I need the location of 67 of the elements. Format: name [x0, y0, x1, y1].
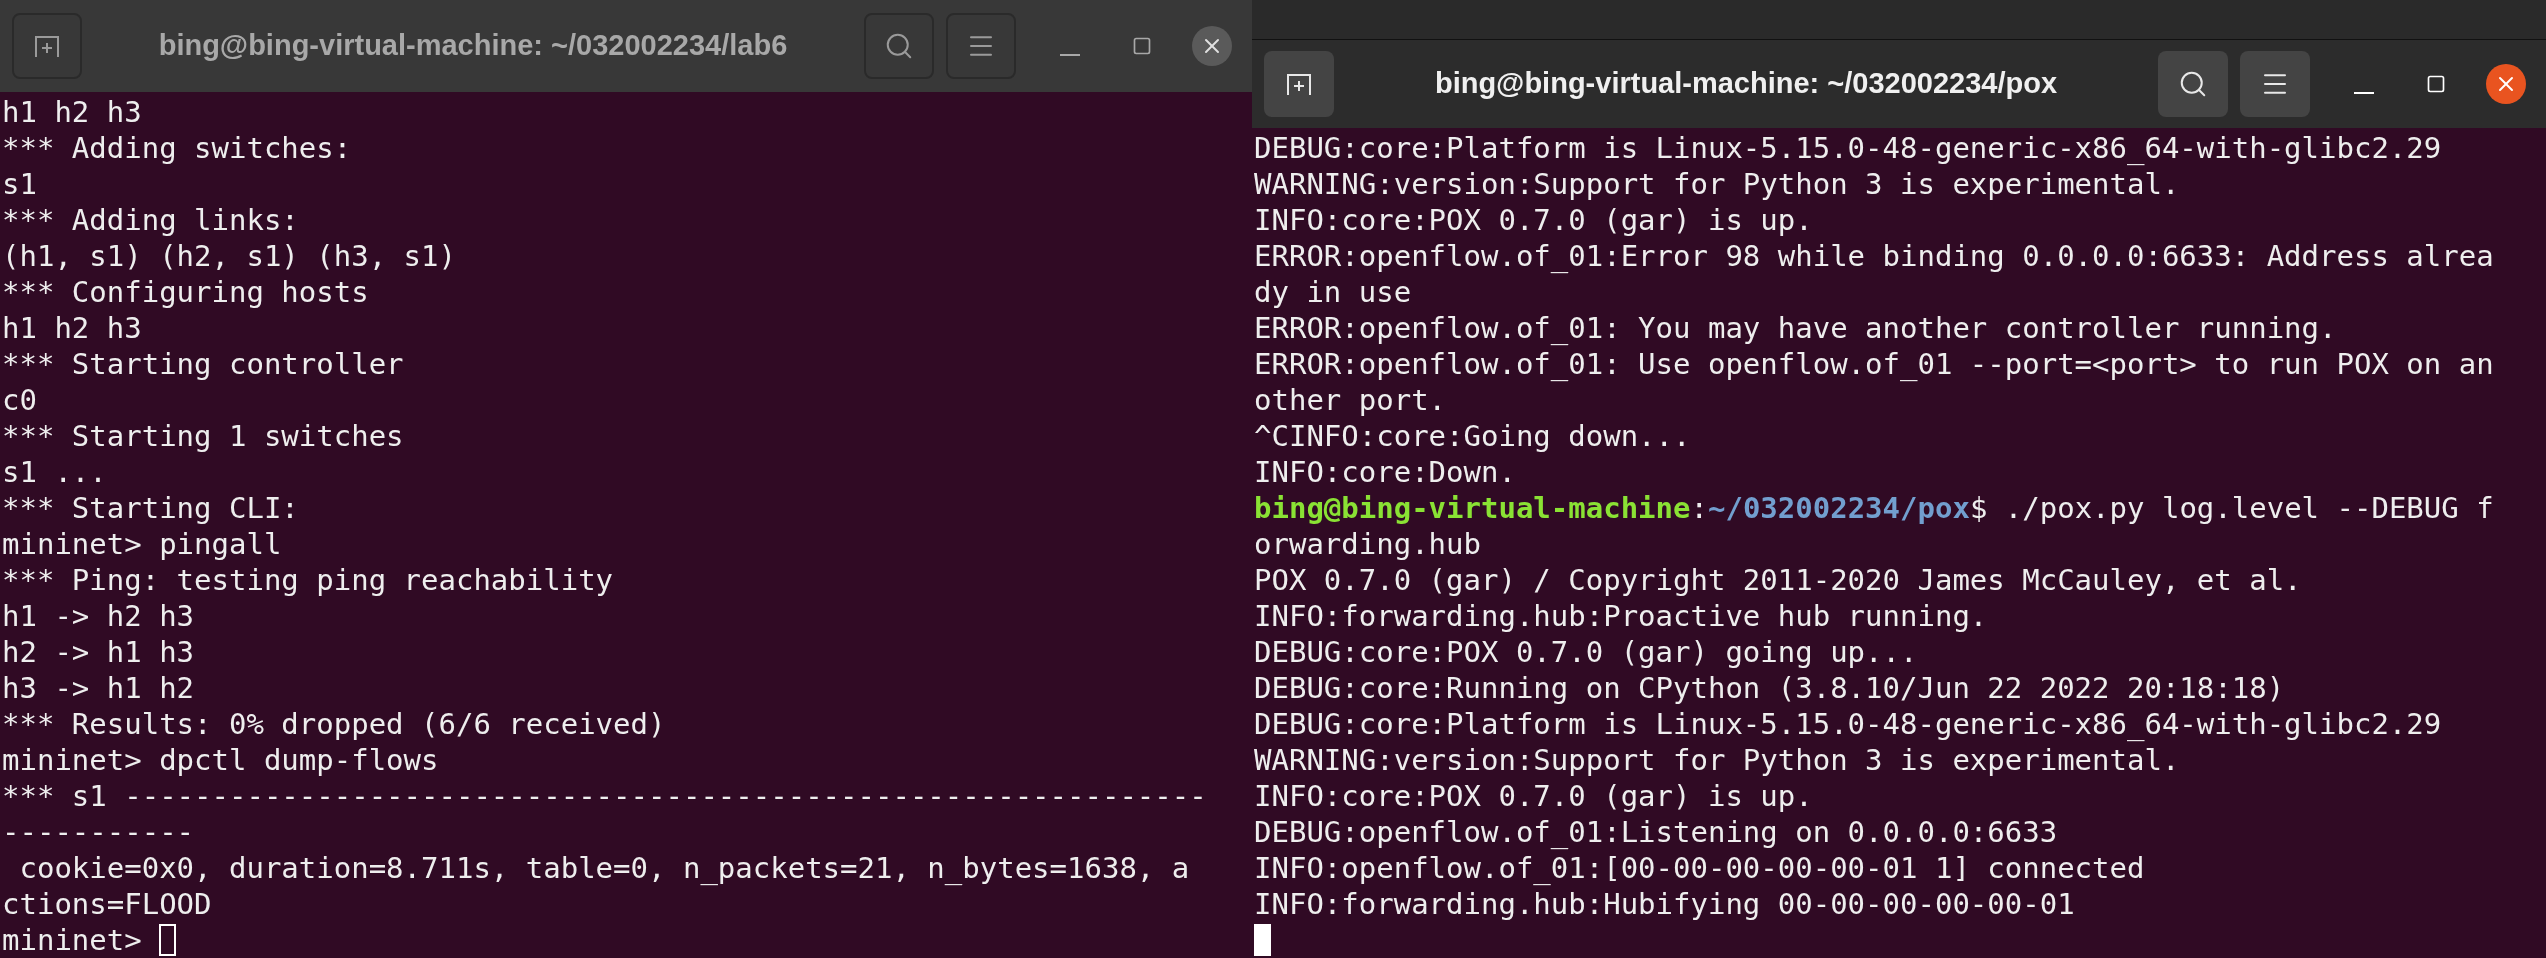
- terminal-line: INFO:core:POX 0.7.0 (gar) is up.: [1254, 202, 1814, 238]
- new-tab-icon: [1286, 72, 1312, 96]
- terminal-line: *** Adding switches:: [2, 130, 353, 166]
- terminal-line: *** Ping: testing ping reachability: [2, 562, 615, 598]
- terminal-line: ERROR:openflow.of_01:Error 98 while binding 0.0.0.0:6633: Address alrea: [1254, 238, 2495, 274]
- prompt-path: ~/032002234/pox: [1707, 490, 1970, 526]
- terminal-line: h1 -> h2 h3: [2, 598, 196, 634]
- terminal-line: ERROR:openflow.of_01: Use openflow.of_01 --port=<port> to run POX on an: [1254, 346, 2495, 382]
- new-tab-button[interactable]: [1264, 51, 1334, 117]
- terminal-line: *** Starting CLI:: [2, 490, 300, 526]
- terminal-line: cookie=0x0, duration=8.711s, table=0, n_packets=21, n_bytes=1638, a: [18, 850, 1191, 886]
- maximize-icon: [1132, 36, 1152, 56]
- menu-button[interactable]: [2240, 51, 2310, 117]
- prompt-user-host: bing@bing-virtual-machine: [1254, 490, 1691, 526]
- search-button[interactable]: [2158, 51, 2228, 117]
- command-text: $ ./pox.py log.level --DEBUG f: [1969, 490, 2494, 526]
- search-button[interactable]: [864, 13, 934, 79]
- search-icon: [884, 31, 914, 61]
- terminal-line: ERROR:openflow.of_01: You may have another controller running.: [1254, 310, 2338, 346]
- new-tab-button[interactable]: [12, 13, 82, 79]
- terminal-line: (h1, s1) (h2, s1) (h3, s1): [2, 238, 457, 274]
- terminal-line: DEBUG:core:Platform is Linux-5.15.0-48-generic-x86_64-with-glibc2.29: [1254, 130, 2443, 166]
- terminal-line: POX 0.7.0 (gar) / Copyright 2011-2020 James McCauley, et al.: [1254, 562, 2303, 598]
- terminal-line: -----------: [2, 814, 196, 850]
- terminal-line: INFO:core:Down.: [1254, 454, 1517, 490]
- terminal-prompt: mininet>: [2, 922, 142, 958]
- terminal-line: h3 -> h1 h2: [2, 670, 196, 706]
- terminal-line: orwarding.hub: [1254, 526, 1482, 562]
- terminal-line: INFO:forwarding.hub:Hubifying 00-00-00-00-00-01: [1254, 886, 2076, 922]
- terminal-line: DEBUG:core:Running on CPython (3.8.10/Jun 22 2022 20:18:18): [1254, 670, 2286, 706]
- new-tab-icon: [34, 34, 60, 58]
- terminal-line: h2 -> h1 h3: [2, 634, 196, 670]
- terminal-line: c0: [2, 382, 38, 418]
- terminal-line: s1: [2, 166, 38, 202]
- window-title: bing@bing-virtual-machine: ~/032002234/lab6: [157, 28, 789, 64]
- terminal-line: h1 h2 h3: [2, 310, 143, 346]
- terminal-line: ^CINFO:core:Going down...: [1254, 418, 1692, 454]
- terminal-line: *** Starting controller: [2, 346, 405, 382]
- prompt-separator: :: [1690, 490, 1708, 526]
- maximize-icon: [2426, 74, 2446, 94]
- close-button[interactable]: [1192, 26, 1232, 66]
- terminal-line: *** Adding links:: [2, 202, 300, 238]
- terminal-line: other port.: [1254, 382, 1448, 418]
- terminal-line: DEBUG:core:Platform is Linux-5.15.0-48-generic-x86_64-with-glibc2.29: [1254, 706, 2443, 742]
- terminal-line: *** s1 --------------------------------------------------------------: [2, 778, 1208, 814]
- terminal-line: WARNING:version:Support for Python 3 is experimental.: [1254, 166, 2181, 202]
- terminal-line: INFO:forwarding.hub:Proactive hub running.: [1254, 598, 1989, 634]
- terminal-line: *** Configuring hosts: [2, 274, 370, 310]
- close-button[interactable]: [2486, 64, 2526, 104]
- terminal-line: mininet> pingall: [2, 526, 283, 562]
- terminal-line: s1 ...: [2, 454, 108, 490]
- terminal-line: DEBUG:core:POX 0.7.0 (gar) going up...: [1254, 634, 1919, 670]
- terminal-line: WARNING:version:Support for Python 3 is experimental.: [1254, 742, 2181, 778]
- terminal-line: INFO:openflow.of_01:[00-00-00-00-00-01 1] connected: [1254, 850, 2146, 886]
- menu-button[interactable]: [946, 13, 1016, 79]
- search-icon: [2178, 69, 2208, 99]
- terminal-line: *** Starting 1 switches: [2, 418, 405, 454]
- terminal-line: INFO:core:POX 0.7.0 (gar) is up.: [1254, 778, 1814, 814]
- terminal-line: dy in use: [1254, 274, 1413, 310]
- terminal-line: ctions=FLOOD: [2, 886, 213, 922]
- terminal-line: *** Results: 0% dropped (6/6 received): [2, 706, 667, 742]
- window-title: bing@bing-virtual-machine: ~/032002234/pox: [1433, 66, 2059, 102]
- terminal-line: mininet> dpctl dump-flows: [2, 742, 440, 778]
- terminal-line: h1 h2 h3: [2, 94, 143, 130]
- terminal-line: DEBUG:openflow.of_01:Listening on 0.0.0.0:6633: [1254, 814, 2059, 850]
- minimize-icon: [2354, 92, 2374, 94]
- minimize-icon: [1060, 54, 1080, 56]
